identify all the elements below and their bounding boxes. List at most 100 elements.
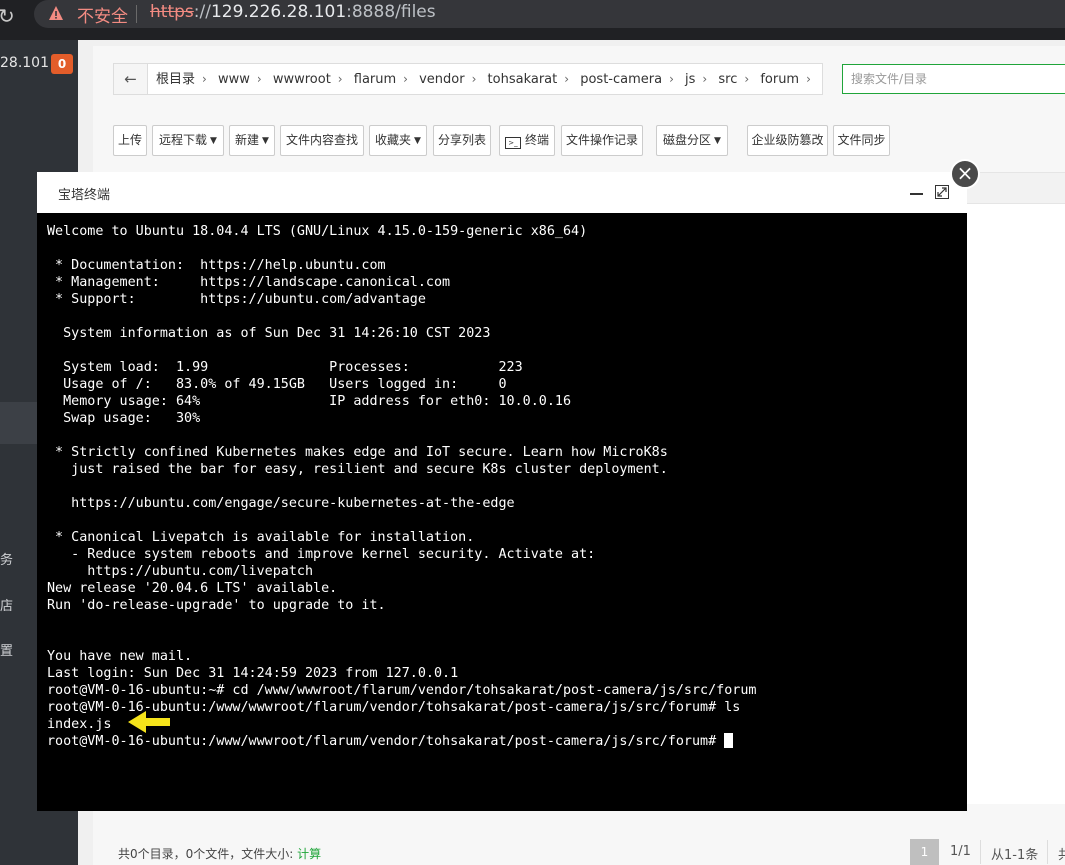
chevron-right-icon: › <box>806 72 811 86</box>
disk-partition-button[interactable]: 磁盘分区 ▼ <box>656 125 728 156</box>
chevron-right-icon: › <box>702 72 708 86</box>
terminal-button[interactable]: >_ 终端 <box>499 125 555 156</box>
breadcrumb: ← 根目录 › www › wwwroot › flarum › vendor › toh… <box>113 63 823 95</box>
terminal-line: https://ubuntu.com/engage/secure-kuberne… <box>47 496 515 511</box>
tamper-proof-button[interactable]: 企业级防篡改 <box>747 125 828 156</box>
page-current[interactable]: 1 <box>910 839 939 865</box>
pager-divider <box>980 840 981 864</box>
terminal-line: Welcome to Ubuntu 18.04.4 LTS (GNU/Linux… <box>47 224 588 239</box>
chevron-down-icon: ▼ <box>714 136 721 146</box>
terminal-line: Swap usage: 30% <box>47 411 201 426</box>
page-total: 1/1 <box>950 844 971 859</box>
breadcrumb-tohsakarat[interactable]: tohsakarat <box>488 65 558 95</box>
terminal-line: index.js <box>47 717 112 732</box>
terminal-titlebar: 宝塔终端 <box>37 172 967 213</box>
url-path: :8888/files <box>346 2 436 22</box>
chevron-right-icon: › <box>256 72 262 86</box>
chevron-right-icon: › <box>669 72 674 86</box>
breadcrumb-root[interactable]: 根目录 <box>156 65 195 95</box>
url-host: 129.226.28.101 <box>210 2 347 22</box>
terminal-line: * Strictly confined Kubernetes makes edg… <box>47 445 668 460</box>
disk-partition-label: 磁盘分区 <box>663 133 712 147</box>
terminal-line: Run 'do-release-upgrade' to upgrade to i… <box>47 598 386 613</box>
terminal-line: root@VM-0-16-ubuntu:~# cd /www/wwwroot/f… <box>47 683 757 698</box>
terminal-cursor <box>724 733 734 748</box>
sidebar-item-tasks[interactable]: 务 <box>0 549 13 568</box>
page-count: 共 <box>1058 848 1065 863</box>
sidebar-item-settings[interactable]: 置 <box>0 640 13 659</box>
notification-badge[interactable]: 0 <box>51 54 73 74</box>
terminal-line: - Reduce system reboots and improve kern… <box>47 547 596 562</box>
content-search-label: 文件内容查找 <box>285 133 358 147</box>
url-separator <box>136 5 137 23</box>
chevron-right-icon: › <box>471 72 477 86</box>
search-input[interactable]: 搜索文件/目录 <box>842 64 1065 94</box>
terminal-prompt-line[interactable]: root@VM-0-16-ubuntu:/www/wwwroot/flarum/… <box>47 733 957 750</box>
file-summary: 共0个目录，0个文件，文件大小: 计算 <box>118 845 321 862</box>
terminal-line: * Support: https://ubuntu.com/advantage <box>47 292 426 307</box>
back-arrow-icon[interactable]: ← <box>114 64 148 94</box>
file-sync-label: 文件同步 <box>837 133 886 147</box>
terminal-output[interactable]: Welcome to Ubuntu 18.04.4 LTS (GNU/Linux… <box>47 223 957 803</box>
chevron-right-icon: › <box>403 72 408 86</box>
chevron-right-icon: › <box>202 72 207 86</box>
terminal-line: New release '20.04.6 LTS' available. <box>47 581 338 596</box>
breadcrumb-js[interactable]: js <box>685 65 695 95</box>
file-summary-text: 共0个目录，0个文件，文件大小: <box>118 847 294 861</box>
file-sync-button[interactable]: 文件同步 <box>833 125 890 156</box>
breadcrumb-vendor[interactable]: vendor <box>419 65 464 95</box>
breadcrumb-flarum[interactable]: flarum <box>354 65 396 95</box>
remote-download-button[interactable]: 远程下载 ▼ <box>152 125 224 156</box>
terminal-line: * Documentation: https://help.ubuntu.com <box>47 258 386 273</box>
terminal-label: 终端 <box>524 133 549 147</box>
breadcrumb-src[interactable]: src <box>718 65 737 95</box>
calculate-link[interactable]: 计算 <box>297 847 321 861</box>
terminal-line: System information as of Sun Dec 31 14:2… <box>47 326 491 341</box>
arrow-left-icon <box>128 711 170 733</box>
terminal-prompt: root@VM-0-16-ubuntu:/www/wwwroot/flarum/… <box>47 734 725 749</box>
remote-download-label: 远程下载 <box>159 133 208 147</box>
pager-divider <box>1047 840 1048 864</box>
file-log-button[interactable]: 文件操作记录 <box>561 125 643 156</box>
arrow-shape <box>128 711 170 733</box>
maximize-icon[interactable] <box>935 185 949 199</box>
terminal-line: * Management: https://landscape.canonica… <box>47 275 451 290</box>
chevron-down-icon: ▼ <box>414 136 421 146</box>
warning-icon <box>49 6 63 20</box>
breadcrumb-post-camera[interactable]: post-camera <box>580 65 662 95</box>
url-text[interactable]: https://129.226.28.101:8888/files <box>150 2 436 22</box>
server-ip: 28.101 <box>0 55 49 71</box>
chevron-down-icon: ▼ <box>210 136 217 146</box>
breadcrumb-www[interactable]: www <box>218 65 250 95</box>
sidebar-item-store[interactable]: 店 <box>0 595 13 614</box>
terminal-line: * Canonical Livepatch is available for i… <box>47 530 475 545</box>
file-footer: 共0个目录，0个文件，文件大小: 计算 1 1/1 从1-1条 共 <box>93 836 1065 865</box>
terminal-line: https://ubuntu.com/livepatch <box>47 564 314 579</box>
upload-label: 上传 <box>117 133 142 147</box>
content-search-button[interactable]: 文件内容查找 <box>280 125 364 156</box>
reload-icon[interactable]: ↻ <box>0 4 15 28</box>
new-button[interactable]: 新建 ▼ <box>229 125 275 156</box>
terminal-line: root@VM-0-16-ubuntu:/www/wwwroot/flarum/… <box>47 700 741 715</box>
page-range: 从1-1条 <box>991 848 1039 863</box>
favorites-button[interactable]: 收藏夹 ▼ <box>369 125 427 156</box>
insecure-label: 不安全 <box>77 7 128 27</box>
share-list-button[interactable]: 分享列表 <box>433 125 491 156</box>
close-icon[interactable]: × <box>950 159 980 189</box>
terminal-line: Last login: Sun Dec 31 14:24:59 2023 fro… <box>47 666 459 681</box>
upload-button[interactable]: 上传 <box>113 125 147 156</box>
breadcrumb-path: 根目录 › www › wwwroot › flarum › vendor › tohsa… <box>156 64 818 94</box>
terminal-line: Usage of /: 83.0% of 49.15GB Users logge… <box>47 377 507 392</box>
breadcrumb-forum[interactable]: forum <box>760 65 799 95</box>
url-scheme: https <box>150 2 194 22</box>
share-list-label: 分享列表 <box>437 133 486 147</box>
breadcrumb-wwwroot[interactable]: wwwroot <box>273 65 331 95</box>
terminal-title: 宝塔终端 <box>58 188 111 203</box>
minimize-icon[interactable] <box>910 193 923 195</box>
